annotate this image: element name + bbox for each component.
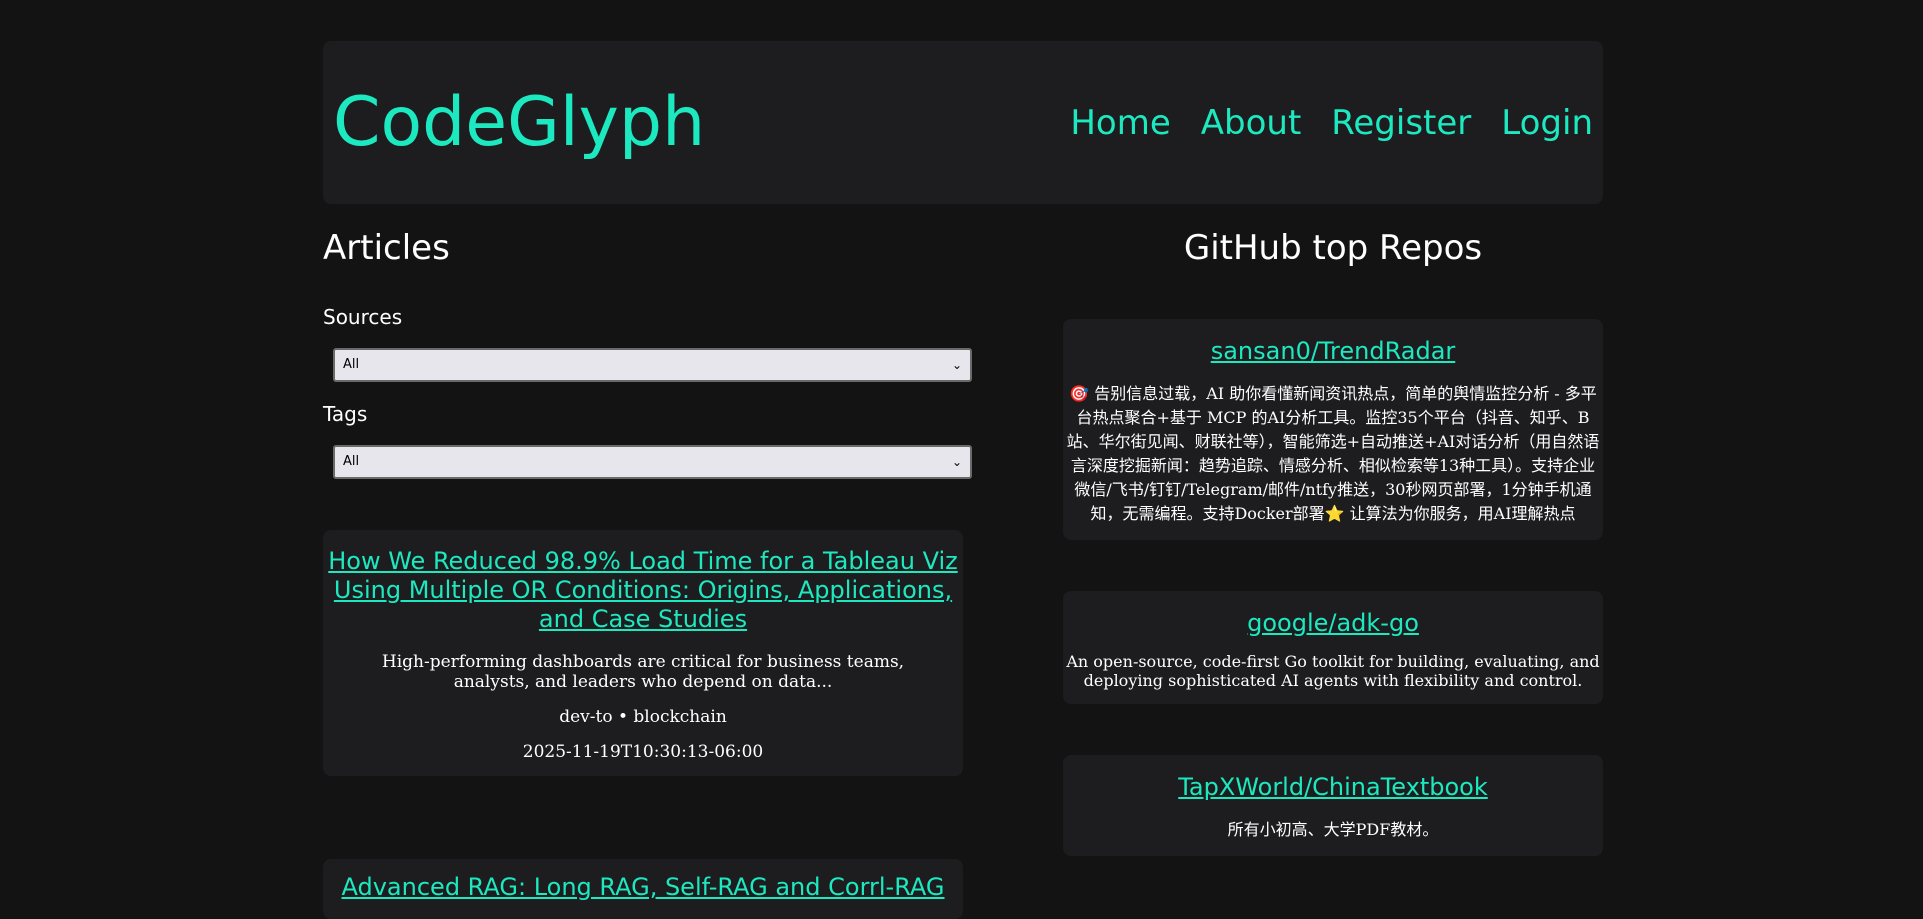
article-card: How We Reduced 98.9% Load Time for a Tab… <box>323 529 963 776</box>
chevron-down-icon: ⌄ <box>951 454 962 469</box>
repo-card: TapXWorld/ChinaTextbook 所有小初高、大学PDF教材。 <box>1063 754 1603 856</box>
article-meta: dev-to • blockchain <box>559 706 727 727</box>
repo-card: google/adk-go An open-source, code-first… <box>1063 590 1603 704</box>
article-date: 2025-11-19T10:30:13-06:00 <box>522 741 764 762</box>
tags-label: Tags <box>323 401 368 426</box>
sources-label: Sources <box>323 304 403 329</box>
repo-description: An open-source, code-first Go toolkit fo… <box>1066 651 1600 690</box>
main-nav: Home About Register Login <box>1070 103 1593 143</box>
site-logo[interactable]: CodeGlyph <box>333 88 705 157</box>
nav-login-link[interactable]: Login <box>1501 103 1593 143</box>
nav-home-link[interactable]: Home <box>1070 103 1170 143</box>
articles-heading: Articles <box>323 228 450 268</box>
nav-register-link[interactable]: Register <box>1331 103 1471 143</box>
repos-column: GitHub top Repos sansan0/TrendRadar 🎯 告别… <box>1063 204 1603 919</box>
repo-description: 所有小初高、大学PDF教材。 <box>1227 819 1439 839</box>
article-card: Advanced RAG: Long RAG, Self-RAG and Cor… <box>323 858 963 919</box>
chevron-down-icon: ⌄ <box>951 357 962 372</box>
repo-name-link[interactable]: sansan0/TrendRadar <box>1066 337 1600 366</box>
tags-select-value: All <box>343 454 360 470</box>
repo-card: sansan0/TrendRadar 🎯 告别信息过载，AI 助你看懂新闻资讯热… <box>1063 318 1603 540</box>
page-container: CodeGlyph Home About Register Login Arti… <box>323 41 1603 919</box>
repos-heading: GitHub top Repos <box>1183 228 1483 268</box>
tags-select[interactable]: All ⌄ <box>333 444 972 479</box>
article-title-link[interactable]: Advanced RAG: Long RAG, Self-RAG and Cor… <box>327 873 959 902</box>
site-header: CodeGlyph Home About Register Login <box>323 41 1603 204</box>
main-content: Articles Sources All ⌄ Tags All ⌄ How We… <box>323 204 1603 919</box>
nav-about-link[interactable]: About <box>1201 103 1302 143</box>
article-title-link[interactable]: How We Reduced 98.9% Load Time for a Tab… <box>327 547 959 634</box>
article-description: High-performing dashboards are critical … <box>381 651 905 692</box>
repo-name-link[interactable]: google/adk-go <box>1066 609 1600 638</box>
repo-description: 🎯 告别信息过载，AI 助你看懂新闻资讯热点，简单的舆情监控分析 - 多平台热点… <box>1066 383 1600 523</box>
repo-name-link[interactable]: TapXWorld/ChinaTextbook <box>1066 773 1600 802</box>
articles-column: Articles Sources All ⌄ Tags All ⌄ How We… <box>323 204 972 919</box>
sources-select[interactable]: All ⌄ <box>333 347 972 382</box>
sources-select-value: All <box>343 357 360 373</box>
